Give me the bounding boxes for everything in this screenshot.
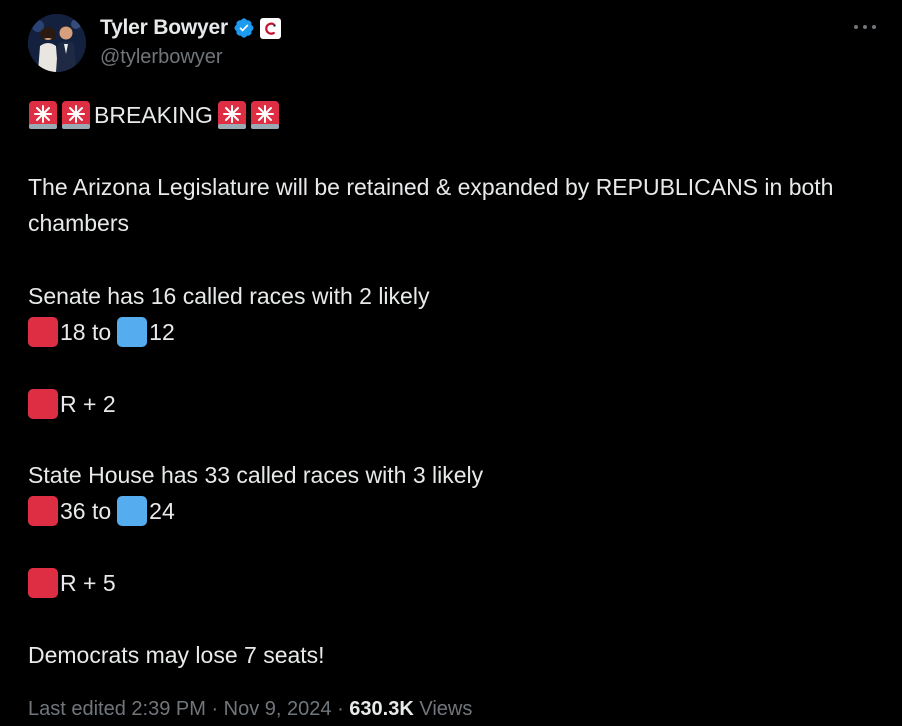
siren-icon <box>250 101 279 129</box>
verified-badge-icon[interactable] <box>233 17 255 39</box>
blue-square-icon <box>117 317 148 347</box>
organization-logo-icon[interactable] <box>259 17 281 39</box>
views-count: 630.3K <box>349 698 414 720</box>
author-display-name[interactable]: Tyler Bowyer <box>100 16 228 40</box>
siren-icon <box>217 101 246 129</box>
house-blue-count: 24 <box>149 497 175 524</box>
more-options-button[interactable] <box>848 16 882 38</box>
breaking-line: BREAKING <box>28 98 283 132</box>
red-square-icon <box>28 496 58 526</box>
avatar-photo-icon <box>28 14 86 72</box>
tweet-paragraph: The Arizona Legislature will be retained… <box>28 174 834 236</box>
siren-icon <box>29 101 57 129</box>
author-avatar[interactable] <box>28 14 86 72</box>
senate-summary: Senate has 16 called races with 2 likely <box>28 282 430 309</box>
author-handle[interactable]: @tylerbowyer <box>100 46 223 69</box>
breaking-label: BREAKING <box>94 101 213 128</box>
red-square-icon <box>28 389 58 419</box>
views-label: Views <box>413 698 473 720</box>
last-edited-timestamp[interactable]: Last edited 2:39 PM · Nov 9, 2024 · <box>28 698 349 720</box>
house-seat-count: 36 to 24 <box>28 494 175 528</box>
red-square-icon <box>28 317 58 347</box>
siren-icon <box>62 101 90 129</box>
senate-net-label: R + 2 <box>60 390 116 417</box>
red-square-icon <box>28 568 58 598</box>
ellipsis-icon <box>854 25 876 29</box>
blue-square-icon <box>117 496 148 526</box>
closing-line: Democrats may lose 7 seats! <box>28 641 325 668</box>
tweet-card: Tyler Bowyer @tylerbowyer BREAKING The A… <box>0 0 902 726</box>
house-red-count: 36 to <box>60 497 112 524</box>
senate-red-count: 18 to <box>60 318 112 345</box>
senate-blue-count: 12 <box>149 318 175 345</box>
senate-seat-count: 18 to 12 <box>28 315 175 349</box>
house-net-change: R + 5 <box>28 566 116 600</box>
tweet-meta: Last edited 2:39 PM · Nov 9, 2024 · 630.… <box>28 698 472 721</box>
house-summary: State House has 33 called races with 3 l… <box>28 461 484 488</box>
senate-net-change: R + 2 <box>28 387 116 421</box>
house-net-label: R + 5 <box>60 569 116 596</box>
author-name-row: Tyler Bowyer <box>100 14 281 42</box>
